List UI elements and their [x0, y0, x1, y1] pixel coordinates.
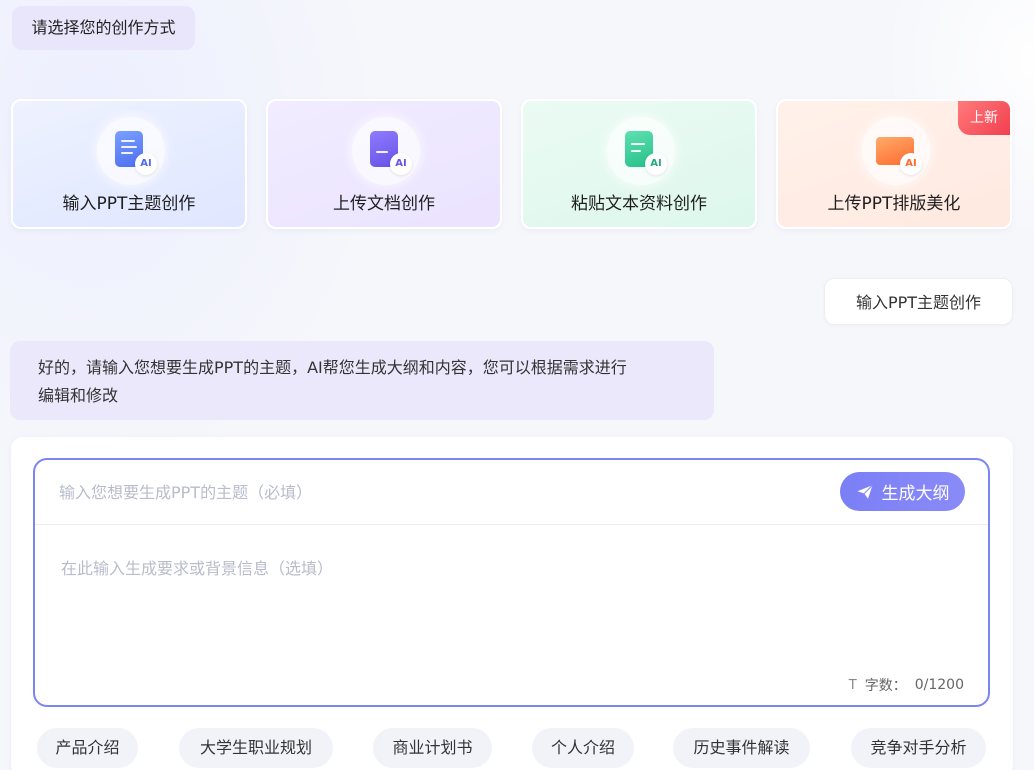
ai-badge: AI [390, 153, 412, 175]
card-label: 粘贴文本资料创作 [571, 194, 707, 214]
suggestion-chip[interactable]: 产品介绍 [37, 728, 138, 768]
suggestion-chip[interactable]: 个人介绍 [532, 728, 634, 768]
text-icon: T [848, 677, 857, 693]
generate-outline-button[interactable]: 生成大纲 [840, 472, 965, 511]
send-icon [857, 484, 873, 499]
bot-message-line: 编辑和修改 [38, 386, 119, 405]
word-counter: T 字数： 0/1200 [849, 675, 964, 695]
counter-label: 字数： [864, 678, 907, 694]
ai-badge: AI [900, 153, 922, 175]
suggestion-chip[interactable]: 竞争对手分析 [851, 728, 986, 768]
ai-badge: AI [135, 153, 157, 175]
prompt-title: 请选择您的创作方式 [12, 6, 195, 50]
new-badge: 上新 [958, 101, 1010, 135]
counter-value: 0/1200 [914, 677, 964, 693]
card-upload-document[interactable]: AI 上传文档创作 [266, 99, 502, 229]
creation-panel: 生成大纲 T 字数： 0/1200 产品介绍 大学生职业规划 商业计划书 个人介… [11, 437, 1013, 770]
suggestion-chip[interactable]: 商业计划书 [373, 728, 492, 768]
bot-message-bubble: 好的，请输入您想要生成PPT的主题，AI帮您生成大纲和内容，您可以根据需求进行 … [10, 341, 714, 420]
file-ai-icon: AI [352, 117, 420, 185]
input-container: 生成大纲 T 字数： 0/1200 [33, 458, 990, 707]
description-textarea[interactable] [61, 555, 961, 665]
generate-outline-label: 生成大纲 [881, 484, 950, 504]
card-label: 上传文档创作 [333, 194, 435, 214]
clipboard-ai-icon: AI [607, 117, 675, 185]
ai-badge: AI [645, 153, 667, 175]
topic-input[interactable] [59, 472, 819, 512]
bot-message-line: 好的，请输入您想要生成PPT的主题，AI帮您生成大纲和内容，您可以根据需求进行 [38, 358, 627, 377]
document-ai-icon: AI [97, 117, 165, 185]
card-upload-ppt-beautify[interactable]: AI 上传PPT排版美化 上新 [776, 99, 1012, 229]
card-paste-text[interactable]: AI 粘贴文本资料创作 [521, 99, 757, 229]
suggestion-chip[interactable]: 大学生职业规划 [179, 728, 333, 768]
user-message-bubble: 输入PPT主题创作 [824, 278, 1013, 325]
card-label: 输入PPT主题创作 [62, 194, 196, 214]
suggestion-chip[interactable]: 历史事件解读 [673, 728, 810, 768]
card-ppt-topic[interactable]: AI 输入PPT主题创作 [11, 99, 247, 229]
divider [35, 524, 988, 525]
card-label: 上传PPT排版美化 [827, 194, 961, 214]
folder-ai-icon: AI [862, 117, 930, 185]
